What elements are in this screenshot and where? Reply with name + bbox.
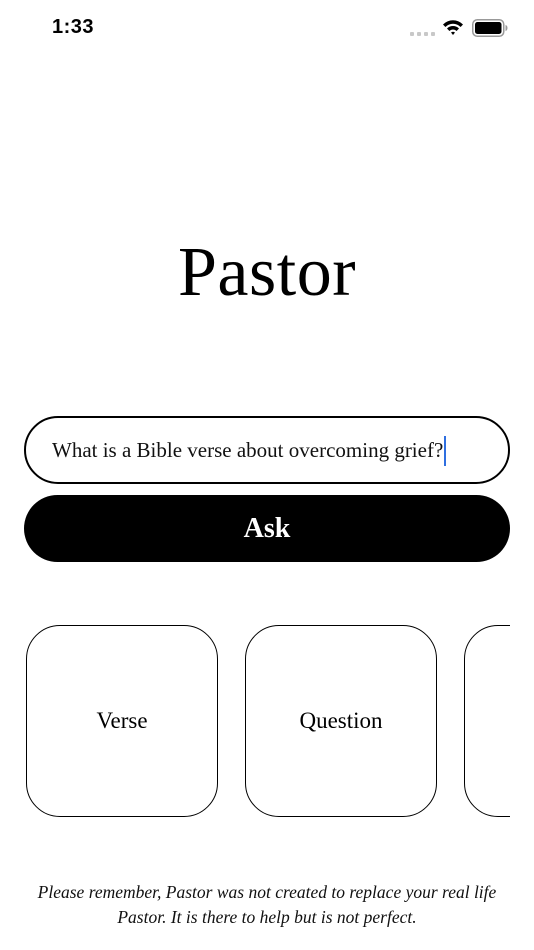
status-time: 1:33 <box>52 16 95 38</box>
wifi-icon <box>443 20 463 35</box>
disclaimer-text: Please remember, Pastor was not created … <box>20 880 514 930</box>
card-verse[interactable]: Verse <box>26 625 218 817</box>
disclaimer-line-2: Pastor. It is there to help but is not p… <box>117 907 417 927</box>
card-label: Question <box>299 708 383 733</box>
ask-button[interactable]: Ask <box>24 495 510 562</box>
card-partial[interactable] <box>464 625 510 817</box>
category-cards-carousel[interactable]: Verse Question <box>24 624 510 820</box>
status-bar: 1:33 <box>0 0 534 58</box>
card-question[interactable]: Question <box>245 625 437 817</box>
text-cursor <box>444 436 447 466</box>
disclaimer-line-1: Please remember, Pastor was not created … <box>37 882 497 902</box>
question-input-container[interactable] <box>24 416 510 484</box>
app-title: Pastor <box>178 234 356 311</box>
question-input[interactable] <box>52 418 492 482</box>
card-label: Verse <box>96 708 148 733</box>
battery-icon <box>472 19 508 37</box>
cellular-signal-icon <box>410 32 435 36</box>
